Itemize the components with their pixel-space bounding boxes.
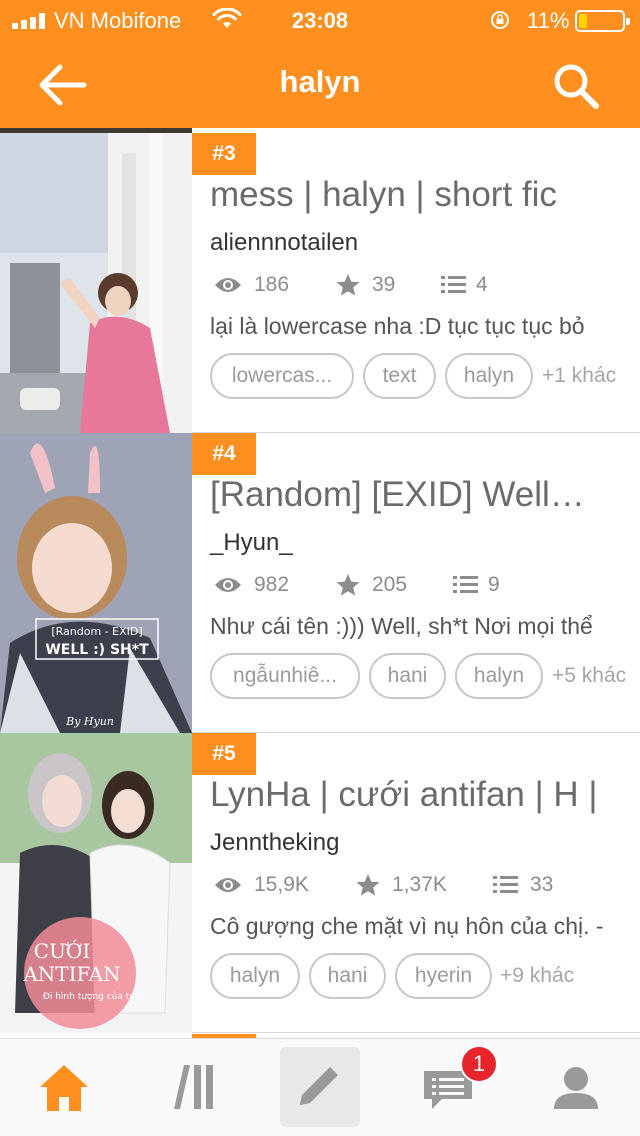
star-icon (336, 574, 360, 596)
cover-caption: WELL :) SH*T (45, 642, 149, 658)
star-icon (336, 274, 360, 296)
story-author[interactable]: Jenntheking (210, 829, 339, 857)
search-icon[interactable] (550, 60, 602, 112)
eye-icon (215, 578, 241, 592)
reads-count: 186 (254, 273, 290, 296)
rank-badge: #4 (192, 433, 256, 475)
cover-caption: CƯỚI (34, 938, 90, 963)
cover-caption: Đi hình tượng của tui! (43, 991, 141, 1002)
bottom-navigation: 1 (0, 1038, 640, 1136)
rank-badge: #5 (192, 733, 256, 775)
star-icon (356, 874, 380, 896)
tag-chip[interactable]: text (363, 353, 436, 399)
votes-count: 205 (372, 573, 408, 596)
profile-icon[interactable] (536, 1047, 616, 1127)
rotation-lock-icon (491, 11, 509, 29)
more-tags[interactable]: +1 khác (542, 353, 616, 399)
tag-chip[interactable]: halyn (210, 953, 300, 999)
tag-chip[interactable]: hani (369, 653, 446, 699)
story-description: lại là lowercase nha :D tục tục tục bỏ (210, 313, 585, 339)
parts-count: 33 (530, 873, 554, 896)
story-cover-image[interactable]: [Random - EXID] WELL :) SH*T By Hyun (0, 433, 192, 733)
reads-count: 15,9K (254, 873, 309, 896)
tag-chip[interactable]: hyerin (395, 953, 492, 999)
list-icon (441, 276, 466, 293)
cover-caption: [Random - EXID] (51, 625, 142, 638)
story-cover-image[interactable] (0, 133, 192, 433)
story-card[interactable]: [Random - EXID] WELL :) SH*T By Hyun #4 … (0, 433, 640, 733)
cover-caption: ANTIFAN (22, 962, 120, 986)
tag-chip[interactable]: halyn (445, 353, 533, 399)
tag-chip[interactable]: lowercas... (210, 353, 354, 399)
story-author[interactable]: _Hyun_ (210, 529, 293, 557)
story-card[interactable]: CƯỚI ANTIFAN Đi hình tượng của tui! #5 L… (0, 733, 640, 1033)
list-icon (493, 876, 518, 893)
home-icon[interactable] (24, 1047, 104, 1127)
page-title: halyn (279, 64, 361, 99)
story-author[interactable]: aliennnotailen (210, 229, 358, 257)
rank-badge: #3 (192, 133, 256, 175)
more-tags[interactable]: +5 khác (552, 653, 626, 699)
library-icon[interactable] (152, 1047, 232, 1127)
status-bar: VN Mobifone 23:08 11% (0, 0, 640, 40)
votes-count: 1,37K (392, 873, 447, 896)
eye-icon (215, 278, 241, 292)
story-title[interactable]: LynHa | cưới antifan | H | (210, 775, 640, 815)
story-list[interactable]: #3 mess | halyn | short fic aliennnotail… (0, 128, 640, 1038)
story-title[interactable]: mess | halyn | short fic (210, 175, 640, 215)
tag-chip[interactable]: hani (309, 953, 386, 999)
write-icon[interactable] (280, 1047, 360, 1127)
more-tags[interactable]: +9 khác (500, 953, 574, 999)
votes-count: 39 (372, 273, 396, 296)
battery-icon (575, 10, 630, 32)
story-title[interactable]: [Random] [EXID] Well… (210, 475, 640, 515)
cover-caption: By Hyun (65, 715, 114, 728)
story-cover-image[interactable]: CƯỚI ANTIFAN Đi hình tượng của tui! (0, 733, 192, 1033)
story-description: Cô gượng che mặt vì nụ hôn của chị. - (210, 913, 604, 939)
app-header: VN Mobifone 23:08 11% halyn (0, 0, 640, 128)
eye-icon (215, 878, 241, 892)
notification-badge: 1 (460, 1045, 498, 1083)
list-icon (453, 576, 478, 593)
tag-chip[interactable]: ngẫunhiê... (210, 653, 360, 699)
parts-count: 4 (476, 273, 488, 296)
tag-chip[interactable]: halyn (455, 653, 543, 699)
reads-count: 982 (254, 573, 290, 596)
battery-percent: 11% (527, 8, 570, 33)
story-card[interactable]: #3 mess | halyn | short fic aliennnotail… (0, 133, 640, 433)
story-description: Như cái tên :))) Well, sh*t Nơi mọi thể (210, 613, 593, 639)
parts-count: 9 (488, 573, 500, 596)
